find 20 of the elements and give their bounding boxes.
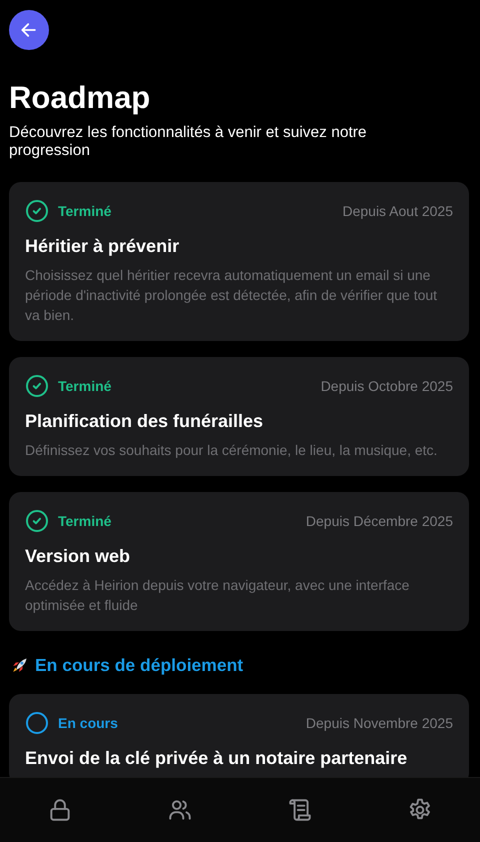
date-label: Depuis Novembre 2025 [306,715,453,731]
status-label: Terminé [58,378,112,394]
card-description: Définissez vos souhaits pour la cérémonie, le lieu, la musique, etc. [25,441,438,460]
date-label: Depuis Octobre 2025 [320,378,453,394]
date-label: Depuis Aout 2025 [342,203,453,219]
back-button[interactable] [9,10,49,50]
card-title: Version web [25,545,132,567]
card-title: Planification des funérailles [25,410,264,432]
scroll-icon [287,797,313,824]
status-label: Terminé [58,203,112,219]
date-label: Depuis Décembre 2025 [306,513,453,529]
page-title: Roadmap [9,80,152,116]
card-description: Accédez à Heirion depuis votre navigateur, avec une interface optimisée et fluide [25,576,410,615]
status-label: En cours [58,715,118,731]
status-label: Terminé [58,513,112,529]
page-subtitle: Découvrez les fonctionnalités à venir et suivez notre progression [9,124,368,160]
card-title: Envoi de la clé privée à un notaire partenaire [25,747,408,769]
section-heading: En cours de déploiement [35,655,244,676]
card-title: Héritier à prévenir [25,235,180,257]
card-description: Choisissez quel héritier recevra automatiquement un email si une période d'inactivité prolongée est détectée, afin de vérifier que tout va bien. [25,266,438,325]
